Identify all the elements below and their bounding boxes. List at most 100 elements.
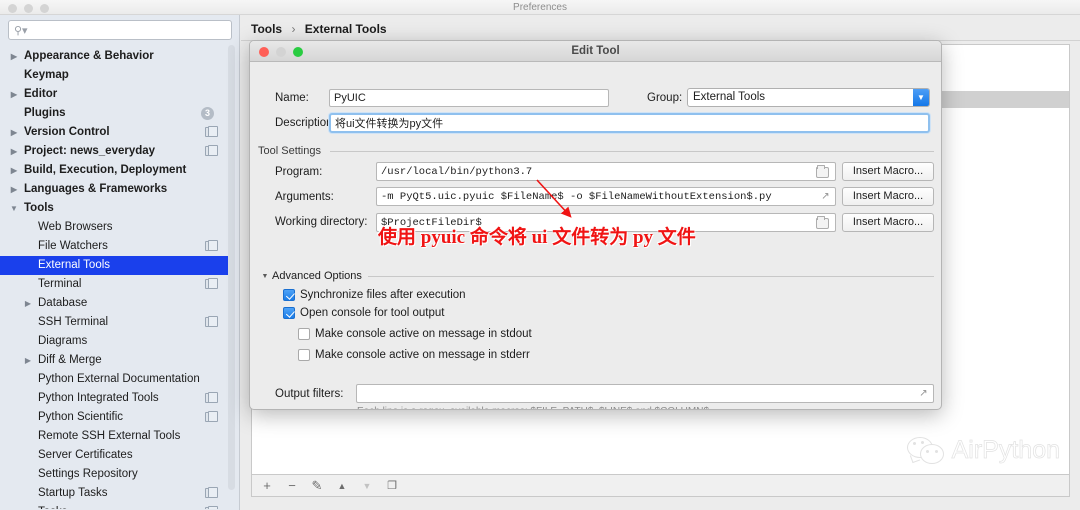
sidebar-item-diagrams[interactable]: Diagrams	[0, 332, 232, 351]
sidebar-item-python-integrated-tools[interactable]: Python Integrated Tools	[0, 389, 232, 408]
chevron-down-icon[interactable]: ▼	[8, 199, 20, 218]
chevron-right-icon[interactable]: ▶	[8, 47, 20, 66]
sidebar-item-label: Python External Documentation	[38, 373, 200, 385]
sidebar-item-keymap[interactable]: Keymap	[0, 66, 232, 85]
sidebar-item-label: Keymap	[24, 69, 69, 81]
sidebar-item-server-certificates[interactable]: Server Certificates	[0, 446, 232, 465]
browse-folder-icon[interactable]	[816, 165, 829, 178]
settings-tree[interactable]: ▶ Appearance & Behavior Keymap ▶ Editor Plugi…	[0, 47, 232, 509]
sidebar-item-ssh-terminal[interactable]: SSH Terminal	[0, 313, 232, 332]
sidebar-item-diff-merge[interactable]: ▶ Diff & Merge	[0, 351, 232, 370]
chevron-right-icon[interactable]: ▶	[8, 123, 20, 142]
sidebar-item-label: Appearance & Behavior	[24, 50, 154, 62]
sidebar-item-appearance-behavior[interactable]: ▶ Appearance & Behavior	[0, 47, 232, 66]
expand-editor-icon[interactable]: ↗	[918, 388, 929, 399]
insert-macro-button-arguments[interactable]: Insert Macro...	[842, 187, 934, 206]
sidebar-scrollbar[interactable]	[228, 45, 235, 490]
copyable-settings-icon	[205, 316, 218, 327]
chevron-right-icon[interactable]: ▶	[22, 503, 34, 509]
group-combobox[interactable]: External Tools ▼	[687, 88, 930, 107]
copyable-settings-icon	[205, 278, 218, 289]
move-up-icon[interactable]: ▲	[335, 478, 349, 494]
sidebar-item-terminal[interactable]: Terminal	[0, 275, 232, 294]
search-icon: ⚲▾	[14, 25, 28, 37]
sidebar-item-label: Web Browsers	[38, 221, 113, 233]
working-directory-input[interactable]	[377, 214, 817, 231]
sidebar-item-python-scientific[interactable]: Python Scientific	[0, 408, 232, 427]
chevron-right-icon[interactable]: ▶	[8, 85, 20, 104]
output-filters-hint: Each line is a regex, available macros: …	[357, 406, 709, 409]
output-filters-input[interactable]	[357, 385, 915, 402]
sidebar-item-remote-ssh-external-tools[interactable]: Remote SSH External Tools	[0, 427, 232, 446]
search-input[interactable]	[31, 21, 229, 39]
edit-icon[interactable]: ✎	[310, 478, 324, 494]
program-input[interactable]	[377, 163, 817, 180]
group-value: External Tools	[693, 91, 766, 103]
insert-macro-button-working-directory[interactable]: Insert Macro...	[842, 213, 934, 232]
sidebar-item-startup-tasks[interactable]: Startup Tasks	[0, 484, 232, 503]
advanced-options-toggle[interactable]: ▼ Advanced Options	[260, 270, 362, 283]
sidebar-item-web-browsers[interactable]: Web Browsers	[0, 218, 232, 237]
copyable-settings-icon	[205, 392, 218, 403]
chevron-down-icon: ▼	[261, 273, 269, 280]
checkmark-icon[interactable]	[283, 289, 295, 301]
name-input[interactable]	[329, 89, 609, 107]
checkbox-empty-icon[interactable]	[298, 328, 310, 340]
breadcrumb-parent[interactable]: Tools	[251, 22, 282, 36]
copy-icon[interactable]: ❐	[385, 478, 399, 494]
sidebar-item-database[interactable]: ▶ Database	[0, 294, 232, 313]
chevron-right-icon[interactable]: ▶	[8, 161, 20, 180]
breadcrumb-current: External Tools	[304, 22, 387, 36]
arguments-input[interactable]	[377, 188, 817, 205]
sidebar-item-label: Tasks	[38, 503, 67, 509]
sidebar-item-file-watchers[interactable]: File Watchers	[0, 237, 232, 256]
sidebar-item-label: Version Control	[24, 126, 110, 138]
sidebar-item-languages-frameworks[interactable]: ▶ Languages & Frameworks	[0, 180, 232, 199]
dialog-title: Edit Tool	[571, 45, 620, 57]
sidebar-item-plugins[interactable]: Plugins 3	[0, 104, 232, 123]
sidebar-item-tools[interactable]: ▼ Tools	[0, 199, 232, 218]
copyable-settings-icon	[205, 411, 218, 422]
output-filters-field[interactable]: ↗	[356, 384, 934, 403]
arguments-field[interactable]: ↗	[376, 187, 836, 206]
insert-macro-button-program[interactable]: Insert Macro...	[842, 162, 934, 181]
chevron-right-icon[interactable]: ▶	[22, 351, 34, 370]
chevron-right-icon[interactable]: ▶	[8, 142, 20, 161]
working-directory-field[interactable]	[376, 213, 836, 232]
sidebar-item-label: Server Certificates	[38, 449, 133, 461]
checkbox-empty-icon[interactable]	[298, 349, 310, 361]
dialog-titlebar: Edit Tool	[250, 41, 941, 62]
search-box[interactable]: ⚲▾	[8, 20, 232, 40]
expand-editor-icon[interactable]: ↗	[820, 191, 831, 202]
program-field[interactable]	[376, 162, 836, 181]
sidebar-item-badge: 3	[201, 107, 214, 120]
sidebar-item-project-news-everyday[interactable]: ▶ Project: news_everyday	[0, 142, 232, 161]
sidebar-item-label: Build, Execution, Deployment	[24, 164, 187, 176]
description-input[interactable]	[329, 113, 930, 133]
sidebar-item-label: SSH Terminal	[38, 316, 109, 328]
checkbox-label: Synchronize files after execution	[300, 289, 466, 301]
checkmark-icon[interactable]	[283, 307, 295, 319]
program-label: Program:	[275, 166, 323, 178]
sidebar-item-tasks[interactable]: ▶ Tasks	[0, 503, 232, 509]
chevron-right-icon[interactable]: ▶	[8, 180, 20, 199]
sidebar-item-label: Editor	[24, 88, 58, 100]
browse-folder-icon[interactable]	[816, 216, 829, 229]
dialog-body: Name: Group: External Tools ▼ Descriptio…	[250, 62, 941, 409]
checkbox-label: Make console active on message in stderr	[315, 349, 530, 361]
screen: Preferences ⚲▾ ▶ Appearance & Behavior Key…	[0, 0, 1080, 510]
sidebar-item-label: External Tools	[38, 259, 111, 271]
sidebar-item-editor[interactable]: ▶ Editor	[0, 85, 232, 104]
sidebar-item-label: Plugins	[24, 107, 66, 119]
sidebar-item-settings-repository[interactable]: Settings Repository	[0, 465, 232, 484]
remove-icon[interactable]: −	[285, 478, 299, 494]
move-down-icon: ▼	[362, 480, 372, 491]
chevron-down-icon[interactable]: ▼	[913, 89, 929, 106]
sidebar-item-build-execution-deployment[interactable]: ▶ Build, Execution, Deployment	[0, 161, 232, 180]
sidebar-item-version-control[interactable]: ▶ Version Control	[0, 123, 232, 142]
sidebar-item-external-tools[interactable]: External Tools	[0, 256, 232, 275]
sidebar-item-label: Python Integrated Tools	[38, 392, 159, 404]
add-icon[interactable]: +	[260, 478, 274, 494]
sidebar-item-python-external-documentation[interactable]: Python External Documentation	[0, 370, 232, 389]
chevron-right-icon[interactable]: ▶	[22, 294, 34, 313]
